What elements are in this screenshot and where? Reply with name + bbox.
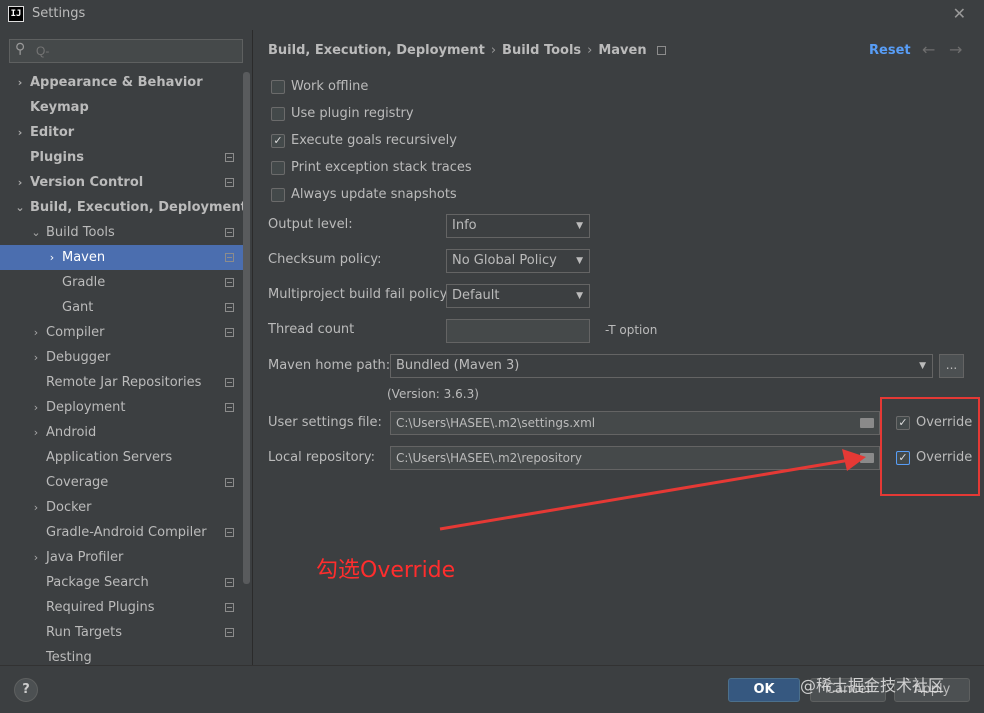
sidebar-item-maven[interactable]: › Maven <box>0 245 243 270</box>
chevron-right-icon[interactable]: › <box>30 320 42 345</box>
sidebar-item-plugins[interactable]: Plugins <box>0 145 243 170</box>
sidebar-item-label: Version Control <box>30 175 144 190</box>
sidebar-item-required-plugins[interactable]: Required Plugins <box>0 595 243 620</box>
project-scope-icon <box>225 178 234 187</box>
sidebar-item-label: Keymap <box>30 100 89 115</box>
chevron-right-icon[interactable]: › <box>30 395 42 420</box>
chevron-right-icon[interactable]: › <box>14 70 26 95</box>
search-input[interactable] <box>34 42 234 60</box>
sidebar-item-label: Run Targets <box>46 625 123 640</box>
sidebar-item-label: Docker <box>46 500 92 515</box>
sidebar-item-build-execution-deployment[interactable]: ⌄ Build, Execution, Deployment <box>0 195 246 220</box>
sidebar-item-coverage[interactable]: Coverage <box>0 470 243 495</box>
chevron-right-icon[interactable]: › <box>30 495 42 520</box>
sidebar-item-debugger[interactable]: › Debugger <box>0 345 243 370</box>
sidebar-item-label: Deployment <box>46 400 126 415</box>
chevron-right-icon[interactable]: › <box>14 120 26 145</box>
chevron-right-icon[interactable]: › <box>30 420 42 445</box>
sidebar-item-keymap[interactable]: Keymap <box>0 95 243 120</box>
chevron-right-icon[interactable]: › <box>46 245 58 270</box>
sidebar-item-label: Required Plugins <box>46 600 155 615</box>
sidebar-item-java-profiler[interactable]: › Java Profiler <box>0 545 243 570</box>
sidebar-item-label: Gradle-Android Compiler <box>46 525 207 540</box>
sidebar-item-gant[interactable]: Gant <box>0 295 243 320</box>
sidebar-item-label: Plugins <box>30 150 84 165</box>
sidebar-item-label: Application Servers <box>46 450 173 465</box>
sidebar-item-gradle[interactable]: Gradle <box>0 270 243 295</box>
sidebar-item-build-tools[interactable]: ⌄ Build Tools <box>0 220 243 245</box>
sidebar-item-docker[interactable]: › Docker <box>0 495 243 520</box>
sidebar-item-label: Coverage <box>46 475 109 490</box>
sidebar-item-version-control[interactable]: › Version Control <box>0 170 243 195</box>
ok-button[interactable]: OK <box>728 678 800 702</box>
sidebar-item-application-servers[interactable]: Application Servers <box>0 445 243 470</box>
chevron-down-icon[interactable]: ⌄ <box>30 220 42 245</box>
chevron-down-icon[interactable]: ⌄ <box>14 195 26 220</box>
sidebar-item-label: Build, Execution, Deployment <box>30 200 247 215</box>
sidebar-scrollbar[interactable] <box>243 72 250 584</box>
sidebar-item-compiler[interactable]: › Compiler <box>0 320 243 345</box>
search-icon: ⚲ <box>15 41 26 57</box>
sidebar-item-label: Compiler <box>46 325 105 340</box>
watermark: @稀土掘金技术社区 <box>800 676 945 695</box>
annotation-text: 勾选Override <box>316 558 456 583</box>
project-scope-icon <box>225 603 234 612</box>
annotation-arrow-line <box>439 458 851 531</box>
window-title: Settings <box>32 6 86 21</box>
settings-sidebar: ⚲ › Appearance & Behavior Keymap › Editor Plu… <box>0 30 253 665</box>
project-scope-icon <box>225 628 234 637</box>
intellij-logo-icon: IJ <box>8 6 24 22</box>
project-scope-icon <box>225 403 234 412</box>
chevron-right-icon[interactable]: › <box>30 345 42 370</box>
sidebar-item-label: Remote Jar Repositories <box>46 375 202 390</box>
sidebar-item-label: Maven <box>62 250 106 265</box>
sidebar-item-label: Debugger <box>46 350 111 365</box>
chevron-right-icon[interactable]: › <box>30 545 42 570</box>
sidebar-item-appearance-behavior[interactable]: › Appearance & Behavior <box>0 70 243 95</box>
project-scope-icon <box>225 153 234 162</box>
sidebar-item-deployment[interactable]: › Deployment <box>0 395 243 420</box>
sidebar-item-package-search[interactable]: Package Search <box>0 570 243 595</box>
sidebar-item-label: Package Search <box>46 575 149 590</box>
sidebar-item-label: Java Profiler <box>46 550 124 565</box>
project-scope-icon <box>225 378 234 387</box>
title-bar: IJ Settings ✕ <box>0 0 984 30</box>
close-icon[interactable]: ✕ <box>953 4 966 23</box>
sidebar-item-label: Android <box>46 425 97 440</box>
sidebar-item-label: Editor <box>30 125 75 140</box>
project-scope-icon <box>225 303 234 312</box>
project-scope-icon <box>225 278 234 287</box>
sidebar-item-label: Gant <box>62 300 94 315</box>
project-scope-icon <box>225 578 234 587</box>
project-scope-icon <box>225 253 234 262</box>
sidebar-item-gradle-android-compiler[interactable]: Gradle-Android Compiler <box>0 520 243 545</box>
search-box[interactable]: ⚲ <box>9 39 243 63</box>
project-scope-icon <box>225 228 234 237</box>
project-scope-icon <box>225 528 234 537</box>
sidebar-item-editor[interactable]: › Editor <box>0 120 243 145</box>
sidebar-item-remote-jar-repositories[interactable]: Remote Jar Repositories <box>0 370 243 395</box>
chevron-right-icon[interactable]: › <box>14 170 26 195</box>
project-scope-icon <box>225 328 234 337</box>
annotation-arrow-head <box>842 449 866 471</box>
sidebar-item-label: Appearance & Behavior <box>30 75 203 90</box>
help-button[interactable]: ? <box>14 678 38 702</box>
sidebar-item-label: Gradle <box>62 275 106 290</box>
sidebar-item-label: Build Tools <box>46 225 115 240</box>
sidebar-item-run-targets[interactable]: Run Targets <box>0 620 243 645</box>
maven-settings-panel: Build, Execution, Deployment › Build Tools… <box>254 30 984 665</box>
sidebar-item-android[interactable]: › Android <box>0 420 243 445</box>
project-scope-icon <box>225 478 234 487</box>
